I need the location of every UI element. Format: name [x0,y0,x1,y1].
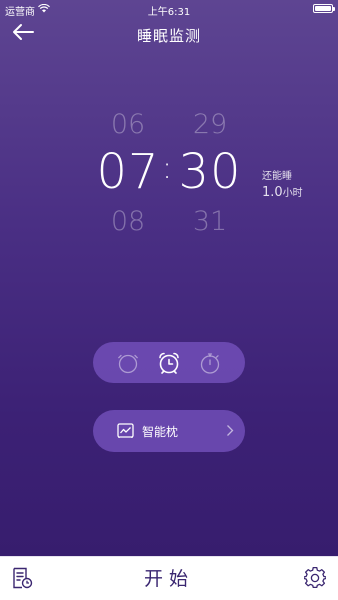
smart-pillow-label: 智能枕 [142,425,179,439]
pillow-chart-icon [117,423,134,438]
page-title: 睡眠监测 [136,27,201,45]
mode-selector [93,342,245,383]
timer-icon[interactable] [198,351,222,375]
remaining-sleep-number: 1.0 [262,185,283,200]
remaining-sleep-value: 1.0小时 [262,184,303,200]
start-button[interactable]: 开始 [119,563,219,595]
smart-pillow-button[interactable]: 智能枕 [93,410,245,452]
minute-prev[interactable]: 29 [180,109,240,140]
sleep-monitor-screen: 运营商 上午6:31 睡眠监测 06 29 07 : 30 08 31 还能睡 … [0,0,338,556]
status-bar: 运营商 上午6:31 [0,0,338,18]
hour-prev[interactable]: 06 [98,109,158,140]
hour-selected[interactable]: 07 [83,144,173,200]
alarm-clock-icon[interactable] [157,351,181,375]
minute-next[interactable]: 31 [180,206,240,237]
hour-next[interactable]: 08 [98,206,158,237]
minute-selected[interactable]: 30 [165,144,255,200]
sleep-record-icon[interactable] [11,567,33,589]
gear-icon[interactable] [304,567,326,589]
clock-face-icon[interactable] [116,351,140,375]
chevron-right-icon [227,425,234,436]
battery-icon [313,4,335,13]
remaining-sleep-label: 还能睡 [262,171,292,182]
remaining-sleep-unit: 小时 [282,188,303,199]
bottom-bar: 开始 [0,556,338,600]
status-time: 上午6:31 [147,7,191,18]
